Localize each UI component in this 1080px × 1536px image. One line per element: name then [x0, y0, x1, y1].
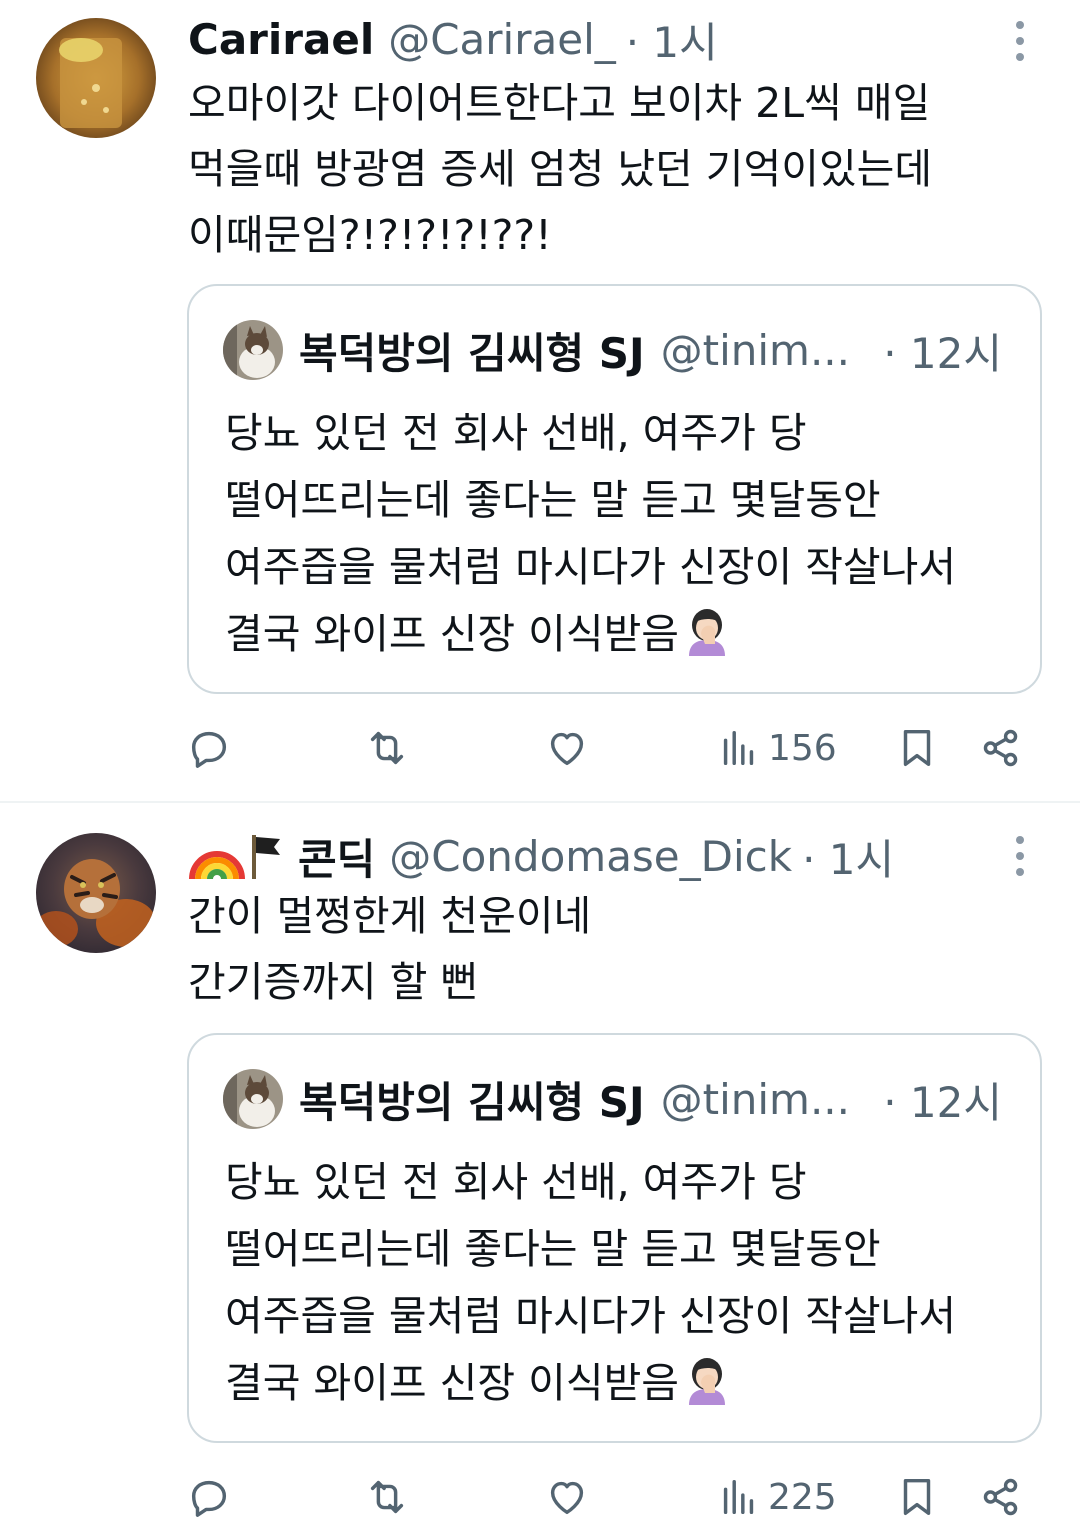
tweet-header: Carirael @Carirael_ · 1시: [188, 14, 1020, 67]
reply-icon: [191, 731, 227, 768]
quoted-header: 복덕방의 김씨형 SJ @tinim... · 12시: [299, 324, 1002, 378]
quoted-text-line: 결국 와이프 신장 이식받음: [225, 610, 680, 658]
tweet-text-line: 먹을때 방광염 증세 엄청 났던 기억이있는데: [188, 145, 933, 193]
more-icon[interactable]: [1008, 16, 1032, 66]
quoted-avatar: [223, 1069, 283, 1129]
share-button[interactable]: [978, 1467, 1024, 1527]
quoted-header: 복덕방의 김씨형 SJ @tinim... · 12시: [299, 1073, 1002, 1127]
black-flag-icon: [252, 835, 280, 879]
retweet-button[interactable]: [364, 718, 410, 778]
reply-button[interactable]: [186, 1467, 232, 1527]
quoted-text-line: 당뇨 있던 전 회사 선배, 여주가 당: [225, 409, 807, 457]
avatar-image-tiger: [36, 833, 156, 953]
views-icon: [723, 1479, 754, 1515]
rainbow-icon: [189, 851, 245, 880]
quoted-text: 당뇨 있던 전 회사 선배, 여주가 당 떨어뜨리는데 좋다는 말 듣고 몇달동…: [225, 400, 1010, 668]
like-icon: [550, 1481, 584, 1515]
avatar-image-cat: [223, 1069, 283, 1129]
retweet-button[interactable]: [364, 1467, 410, 1527]
action-bar: 156: [186, 718, 1026, 778]
bookmark-button[interactable]: [894, 718, 940, 778]
quoted-tweet[interactable]: 복덕방의 김씨형 SJ @tinim... · 12시 당뇨 있던 전 회사 선…: [187, 284, 1042, 694]
face-palm-emoji: [689, 609, 726, 656]
quoted-text-line-last: 결국 와이프 신장 이식받음: [225, 1350, 1010, 1417]
face-palm-emoji: [689, 1358, 726, 1405]
quoted-text-line-last: 결국 와이프 신장 이식받음: [225, 601, 1010, 668]
views-button[interactable]: 225: [716, 1467, 837, 1527]
author-handle[interactable]: @Condomase_Dick: [389, 832, 792, 881]
quoted-timestamp: · 12시: [883, 1077, 1002, 1127]
timestamp[interactable]: · 1시: [802, 826, 894, 887]
retweet-icon: [370, 1480, 404, 1514]
reply-icon: [191, 1480, 227, 1517]
quoted-text-line: 여주즙을 물처럼 마시다가 신장이 작살나서: [225, 543, 957, 591]
author-name[interactable]: Carirael: [188, 15, 374, 64]
quoted-author-name: 복덕방의 김씨형 SJ: [299, 328, 645, 378]
author-handle[interactable]: @Carirael_: [388, 15, 616, 64]
views-button[interactable]: 156: [716, 718, 837, 778]
tweet-text-line: 간기증까지 할 뻔: [188, 958, 479, 1006]
quoted-text-line: 떨어뜨리는데 좋다는 말 듣고 몇달동안: [225, 1225, 881, 1273]
avatar[interactable]: [36, 833, 156, 953]
quoted-author-handle: @tinim...: [660, 1074, 850, 1124]
bookmark-icon: [903, 729, 931, 767]
views-icon: [723, 730, 754, 766]
more-icon[interactable]: [1008, 831, 1032, 881]
avatar-image-drink: [36, 18, 156, 138]
views-count: 156: [768, 727, 837, 769]
views-count: 225: [768, 1476, 837, 1518]
share-icon: [983, 729, 1018, 767]
quoted-text-line: 떨어뜨리는데 좋다는 말 듣고 몇달동안: [225, 476, 881, 524]
quoted-avatar: [223, 320, 283, 380]
quoted-tweet[interactable]: 복덕방의 김씨형 SJ @tinim... · 12시 당뇨 있던 전 회사 선…: [187, 1033, 1042, 1443]
like-button[interactable]: [544, 1467, 590, 1527]
like-icon: [550, 732, 584, 766]
tweet-header: 콘딕 @Condomase_Dick · 1시: [188, 831, 1020, 884]
retweet-icon: [370, 731, 404, 765]
quoted-author-handle: @tinim...: [660, 325, 850, 375]
quoted-timestamp: · 12시: [883, 328, 1002, 378]
tweet-text: 오마이갓 다이어트한다고 보이차 2L씩 매일 먹을때 방광염 증세 엄청 났던…: [188, 70, 1000, 268]
quoted-text-line: 당뇨 있던 전 회사 선배, 여주가 당: [225, 1158, 807, 1206]
quoted-text-line: 여주즙을 물처럼 마시다가 신장이 작살나서: [225, 1292, 957, 1340]
author-name[interactable]: 콘딕: [298, 826, 375, 887]
bookmark-icon: [903, 1478, 931, 1516]
quoted-text: 당뇨 있던 전 회사 선배, 여주가 당 떨어뜨리는데 좋다는 말 듣고 몇달동…: [225, 1149, 1010, 1417]
quoted-text-line: 결국 와이프 신장 이식받음: [225, 1359, 680, 1407]
tweet-text: 간이 멀쩡한게 천운이네 간기증까지 할 뻔: [188, 883, 1000, 1015]
tweet-text-line: 오마이갓 다이어트한다고 보이차 2L씩 매일: [188, 79, 931, 127]
like-button[interactable]: [544, 718, 590, 778]
tweet[interactable]: 콘딕 @Condomase_Dick · 1시 간이 멀쩡한게 천운이네 간기증…: [0, 803, 1080, 1536]
avatar[interactable]: [36, 18, 156, 138]
reply-button[interactable]: [186, 718, 232, 778]
share-icon: [983, 1478, 1018, 1516]
action-bar: 225: [186, 1467, 1026, 1527]
bookmark-button[interactable]: [894, 1467, 940, 1527]
tweet-text-line: 간이 멀쩡한게 천운이네: [188, 892, 592, 940]
avatar-image-cat: [223, 320, 283, 380]
tweet-text-line: 이때문임?!?!?!?!??!: [188, 211, 552, 259]
timestamp[interactable]: · 1시: [626, 9, 718, 70]
author-emoji-prefix: [188, 831, 286, 881]
share-button[interactable]: [978, 718, 1024, 778]
tweet[interactable]: Carirael @Carirael_ · 1시 오마이갓 다이어트한다고 보이…: [0, 0, 1080, 800]
quoted-author-name: 복덕방의 김씨형 SJ: [299, 1077, 645, 1127]
